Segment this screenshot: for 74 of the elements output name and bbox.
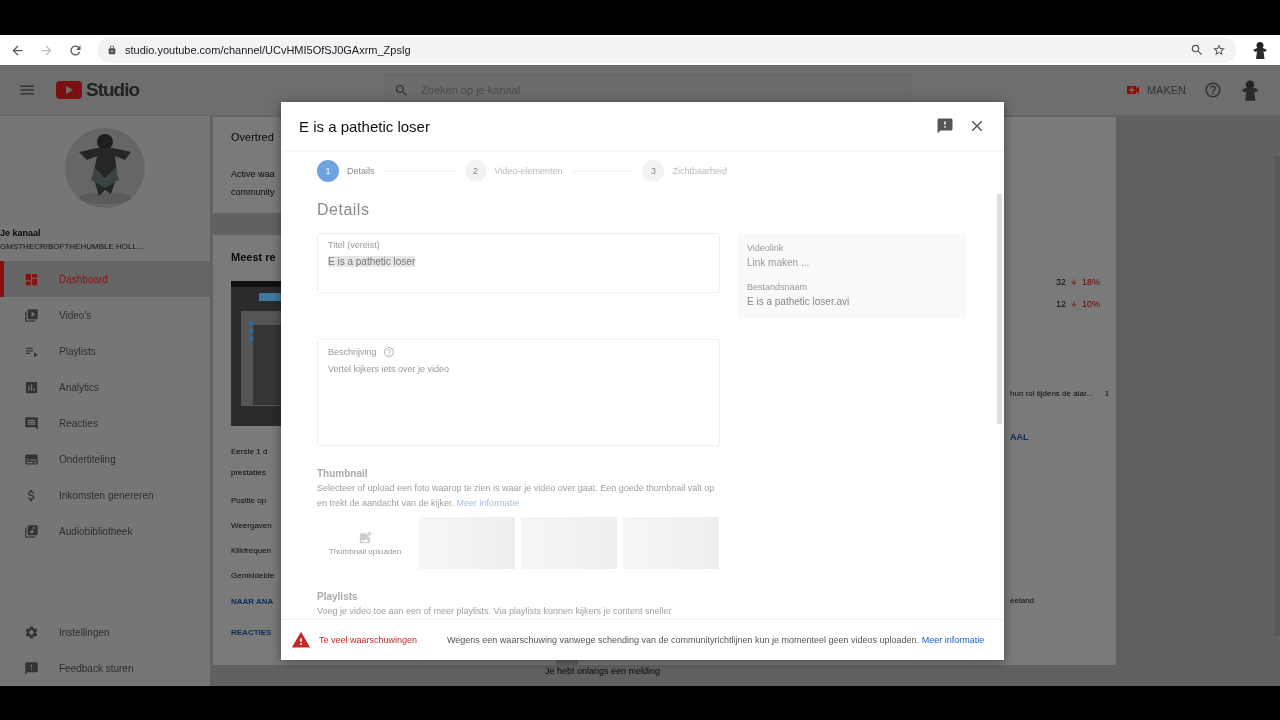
stat-label: Positie op [231, 495, 267, 505]
card-link[interactable]: NAAR ANA [231, 597, 274, 606]
nav-item[interactable]: Reacties [0, 405, 210, 441]
card-link[interactable]: REACTIES [231, 628, 272, 637]
step-tab[interactable]: 3 Zichtbaarheid [642, 160, 727, 183]
warning-icon [291, 630, 311, 650]
card-title: Meest re [231, 251, 276, 263]
warning-message: Wegens een waarschuwing vanwege schending van de communityrichtlijnen kun je momenteel geen videos uploaden. Meer informatie [447, 633, 986, 647]
star-icon[interactable] [1212, 43, 1226, 57]
metric-value: 32 [1056, 277, 1067, 287]
card-text: eeland [1010, 596, 1035, 605]
nav-item[interactable]: Ondertiteling [0, 441, 210, 477]
description-field[interactable]: Beschrijving Vertel kijkers iets over je video [317, 338, 720, 446]
help-icon [382, 345, 395, 358]
settings-icon [24, 624, 39, 640]
feedback-icon [24, 660, 39, 676]
nav-item[interactable]: Playlists [0, 333, 210, 369]
lock-icon [107, 45, 117, 55]
address-bar[interactable]: studio.youtube.com/channel/UCvHMI5OfSJ0GAxrm_Zpslg [97, 37, 1236, 63]
nav-item[interactable]: Inkomsten genereren [0, 477, 210, 513]
metric-change: 10% [1082, 299, 1101, 309]
section-heading: Details [317, 200, 371, 219]
dashboard-icon [24, 271, 39, 287]
logo-text: Studio [86, 79, 140, 101]
field-label: Beschrijving [328, 345, 709, 358]
title-field[interactable]: Titel (vereist) E is a pathetic loser [317, 232, 720, 293]
stat-label: Klikfrequen [231, 545, 272, 555]
nav-item[interactable]: Analytics [0, 369, 210, 405]
channel-label: Je kanaal [0, 228, 41, 238]
chart-icon [24, 379, 39, 395]
warning-text: Te veel waarschuwingen [319, 635, 419, 645]
step-tab[interactable]: 1 Details [317, 160, 375, 183]
card-title: Overtred [231, 131, 274, 143]
comment-count: 1 [1104, 389, 1110, 398]
nav-item[interactable]: Feedback sturen [0, 650, 210, 686]
thumbnail-text: Selecteer of upload een foto waarop te zien is waar je video over gaat. Een goede thumbnail valt op en trekt de aandacht van de kijker. Meer informatie [317, 482, 716, 510]
image-plus-icon [357, 530, 373, 545]
playlists-text: Voeg je video toe aan een of meer playlists. Via playlists kunnen kijkers je content sneller [317, 605, 673, 618]
create-button[interactable]: MAKEN [1120, 78, 1190, 102]
help-icon[interactable] [1204, 81, 1222, 99]
dialog-title: E is a pathetic loser [299, 117, 431, 135]
zoom-icon[interactable] [1190, 43, 1204, 57]
nav-item[interactable]: Video's [0, 297, 210, 333]
card-text: prestaties [231, 466, 266, 479]
metric-change: 18% [1082, 277, 1101, 287]
more-info-link[interactable]: Meer informatie [921, 634, 985, 645]
url-text: studio.youtube.com/channel/UCvHMI5OfSJ0GAxrm_Zpslg [125, 44, 411, 56]
comment-icon [24, 415, 39, 431]
nav-item[interactable]: Audiobibliotheek [0, 513, 210, 549]
step-tab[interactable]: 2 Video-elementen [464, 160, 563, 183]
more-info-link[interactable]: Meer informatie [456, 498, 520, 508]
nav-item[interactable]: Instellingen [0, 614, 210, 650]
nav-item[interactable]: Dashboard [0, 261, 210, 297]
feedback-icon[interactable] [936, 117, 954, 135]
card-text: Eerste 1 d [231, 445, 268, 458]
field-placeholder: Vertel kijkers iets over je video [328, 363, 451, 374]
card-text: community [231, 187, 275, 197]
comment-text: hun rol tijdens de alar... [1010, 389, 1093, 398]
section-heading: Thumbnail [317, 468, 369, 479]
info-label: Videolink [747, 242, 785, 253]
video-icon [24, 307, 39, 323]
stat-label: Gemiddelde [231, 570, 275, 580]
card-link[interactable]: AAL [1010, 432, 1029, 442]
metric-value: 12 [1056, 299, 1067, 309]
channel-name: GMSTHECRIBOFTHEHUMBLE HOLL... [0, 242, 144, 251]
music-icon [24, 523, 39, 539]
stat-label: Weergaven [231, 520, 272, 530]
info-label: Bestandsnaam [747, 281, 809, 292]
info-value: Link maken ... [747, 256, 811, 268]
section-heading: Playlists [317, 591, 359, 602]
card-text: Active waa [231, 169, 275, 179]
info-value: E is a pathetic loser.avi [747, 295, 851, 307]
notice-text: Je hebt onlangs een melding [545, 666, 661, 676]
logo-icon [56, 81, 82, 99]
